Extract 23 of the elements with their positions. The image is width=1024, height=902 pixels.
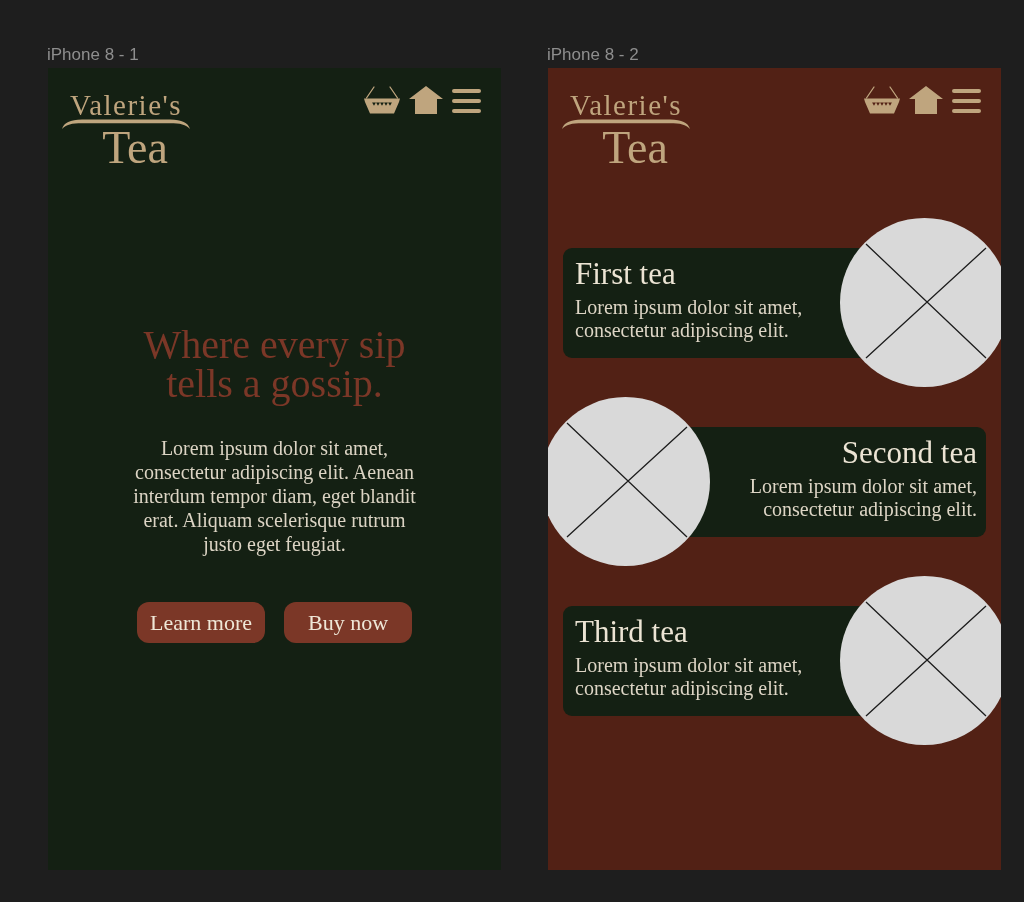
logo-wordmark: Valerie's bbox=[69, 93, 183, 117]
tea-description: Lorem ipsum dolor sit amet, consectetur adipiscing elit. bbox=[575, 653, 804, 700]
menu-icon[interactable] bbox=[452, 89, 481, 113]
logo-swash-icon bbox=[62, 117, 190, 129]
artboard-label: iPhone 8 - 1 bbox=[47, 45, 139, 65]
action-button[interactable]: Learn more bbox=[137, 602, 265, 643]
basket-icon[interactable] bbox=[864, 86, 900, 114]
logo-tea-wordmark: Tea bbox=[602, 132, 668, 164]
home-icon[interactable] bbox=[409, 86, 443, 114]
hero-text: Lorem ipsum dolor sit amet, consectetur adipiscing elit. Aenean interdum tempor diam, eget blandit erat. Aliquam scelerisque rutrum justo eget feugiat. bbox=[132, 436, 417, 556]
tea-title: Third tea bbox=[575, 614, 689, 649]
action-button[interactable]: Buy now bbox=[284, 602, 412, 643]
menu-icon[interactable] bbox=[952, 89, 981, 113]
tea-description: Lorem ipsum dolor sit amet, consectetur adipiscing elit. bbox=[575, 295, 804, 342]
home-icon[interactable] bbox=[909, 86, 943, 114]
tea-title: First tea bbox=[575, 256, 677, 291]
artboard-label: iPhone 8 - 2 bbox=[547, 45, 639, 65]
basket-icon[interactable] bbox=[364, 86, 400, 114]
logo-tea-wordmark: Tea bbox=[102, 132, 168, 164]
tea-description: Lorem ipsum dolor sit amet, consectetur adipiscing elit. bbox=[748, 474, 977, 521]
tea-title: Second tea bbox=[840, 435, 977, 470]
logo-wordmark: Valerie's bbox=[569, 93, 683, 117]
logo-swash-icon bbox=[562, 117, 690, 129]
